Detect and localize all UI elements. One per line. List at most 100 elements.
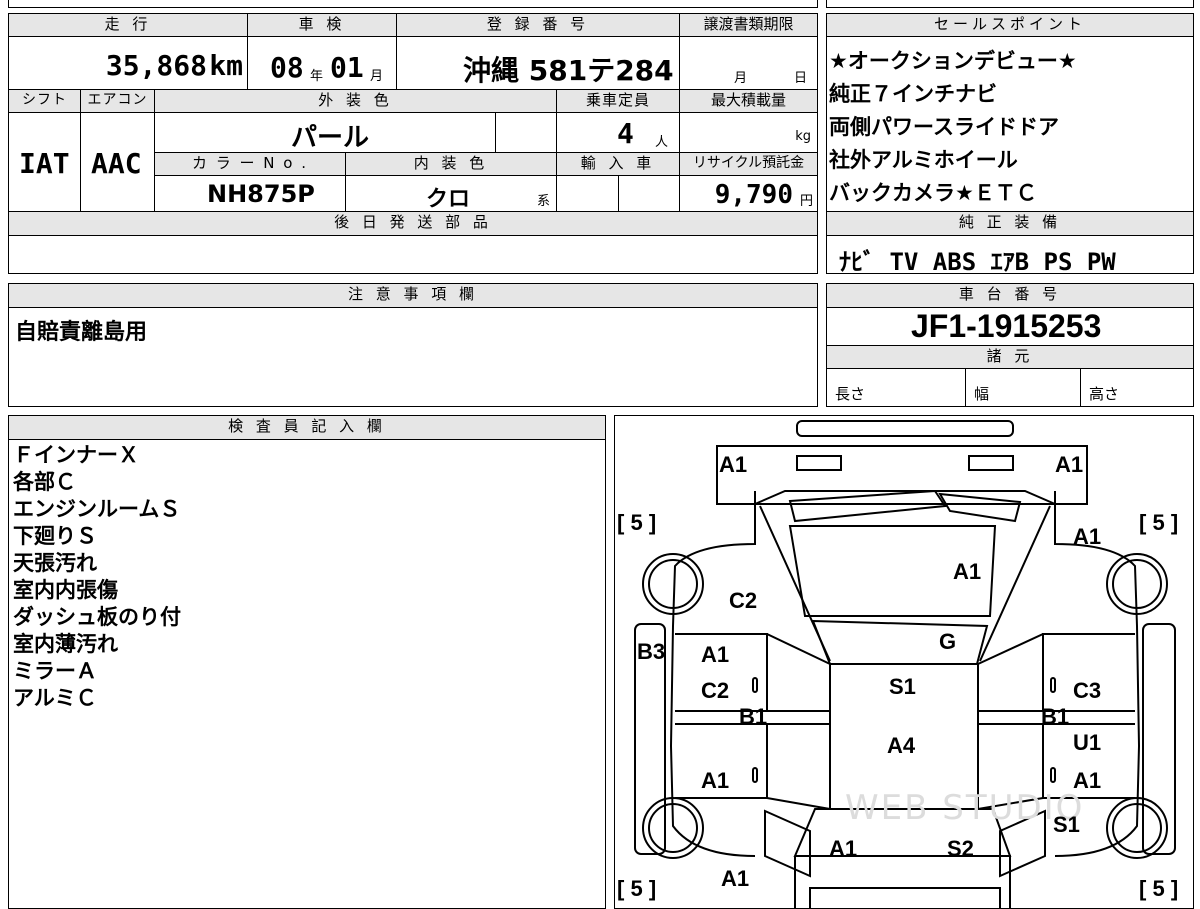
recycle-cell: 9,790 円 (679, 175, 818, 212)
top-right-strip (826, 0, 1194, 8)
length-label: 長さ (835, 385, 866, 403)
tire-rear-left-mark: [ 5 ] (617, 876, 657, 901)
inspector-line: 各部Ｃ (13, 470, 76, 494)
import-header: 輸 入 車 (556, 152, 680, 176)
mark-rear-right: S2 (947, 836, 974, 861)
inspector-line: ＦインナーＸ (13, 443, 139, 467)
ac-value: AAC (91, 147, 142, 180)
inspector-line: 下廻りＳ (13, 524, 97, 548)
sales-point-line: バックカメラ★ＥＴＣ (829, 181, 1037, 205)
inspection-year-unit: 年 (310, 69, 324, 84)
mark-right-pillar: B1 (1041, 704, 1070, 729)
sales-points-body: ★オークションデビュー★ 純正７インチナビ 両側パワースライドドア 社外アルミホ… (826, 36, 1194, 212)
recycle-value: 9,790 (714, 180, 793, 210)
watermark: WEB STUDIO (845, 788, 1085, 828)
inspector-line: ミラーＡ (13, 659, 97, 683)
inspection-month: 01 (330, 51, 364, 84)
interior-color-suffix: 系 (536, 194, 550, 209)
mark-roof-front: S1 (889, 674, 916, 699)
sales-point-line: 社外アルミホイール (829, 148, 1018, 172)
later-parts-header: 後 日 発 送 部 品 (8, 211, 818, 236)
mark-left-rear-door: A1 (701, 768, 730, 793)
import-cell-a (556, 175, 619, 212)
tire-front-right-mark: [ 5 ] (1139, 510, 1179, 535)
max-load-cell: kg (679, 112, 818, 153)
inspector-header: 検 査 員 記 入 欄 (8, 415, 606, 440)
registration-cell: 沖縄 581テ284 (396, 36, 680, 90)
inspector-line: 室内内張傷 (13, 578, 118, 602)
equipment-header: 純 正 装 備 (826, 211, 1194, 236)
color-no-cell: NH875P (154, 175, 346, 212)
mark-left-pillar: B1 (739, 704, 768, 729)
inspection-cell: 08 年 01 月 (247, 36, 397, 90)
mark-fender-left-front: C2 (729, 588, 758, 613)
capacity-unit: 人 (655, 135, 669, 150)
length-cell: 長さ (826, 368, 966, 407)
later-parts-cell (8, 235, 818, 274)
width-cell: 幅 (965, 368, 1081, 407)
mark-rear-left: A1 (829, 836, 858, 861)
mark-hood: A1 (953, 559, 982, 584)
mileage-value: 35,868 (105, 49, 207, 82)
mileage-header: 走 行 (8, 13, 248, 37)
mark-rear-bottom-left: A1 (721, 866, 750, 891)
tire-front-left-mark: [ 5 ] (617, 510, 657, 535)
ac-cell: AAC (80, 112, 155, 212)
height-label: 高さ (1089, 385, 1120, 403)
mark-right-rear-upper: U1 (1073, 730, 1102, 755)
equipment-cell: ﾅﾋﾞ TV ABS ｴｱB PS PW (826, 235, 1194, 274)
mark-front-right-top: A1 (1055, 452, 1084, 477)
car-diagram: WEB STUDIO [ 5 ] [ 5 ] [ 5 ] [ 5 ] A1 A1… (614, 415, 1194, 909)
sales-points-header: セールスポイント (826, 13, 1194, 37)
notes-header: 注 意 事 項 欄 (8, 283, 818, 308)
interior-color-header: 内 装 色 (345, 152, 557, 176)
mark-roof-rear: A4 (887, 733, 916, 758)
width-label: 幅 (974, 385, 990, 403)
mark-left-side: B3 (637, 639, 666, 664)
height-cell: 高さ (1080, 368, 1194, 407)
exterior-color-header: 外 装 色 (154, 89, 557, 113)
exterior-color-value: パール (291, 123, 370, 153)
mark-windshield: G (939, 629, 957, 654)
color-no-header: カ ラ ー N o . (154, 152, 346, 176)
sales-point-line: 両側パワースライドドア (829, 115, 1059, 139)
exterior-color-extra (495, 112, 557, 153)
inspection-month-unit: 月 (370, 69, 384, 84)
mark-right-rear-door: A1 (1073, 768, 1102, 793)
chassis-value: JF1-1915253 (911, 308, 1102, 344)
inspector-line: アルミＣ (13, 686, 97, 710)
inspector-line: 室内薄汚れ (13, 632, 118, 656)
capacity-value: 4 (617, 117, 634, 150)
shift-cell: IAT (8, 112, 81, 212)
shift-header: シフト (8, 89, 81, 113)
inspector-line: ダッシュ板のり付 (13, 605, 181, 629)
mileage-unit: km (209, 49, 243, 82)
mark-front-left-top: A1 (719, 452, 748, 477)
equipment-value: ﾅﾋﾞ TV ABS ｴｱB PS PW (839, 248, 1116, 274)
transfer-day: 日 (794, 71, 808, 86)
registration-value: 沖縄 581テ284 (463, 54, 674, 87)
interior-color-cell: クロ 系 (345, 175, 557, 212)
sales-point-line: 純正７インチナビ (829, 82, 997, 106)
max-load-unit: kg (795, 129, 811, 144)
notes-cell: 自賠責離島用 (8, 307, 818, 407)
chassis-cell: JF1-1915253 (826, 307, 1194, 346)
mileage-cell: 35,868 km (8, 36, 248, 90)
recycle-header: リサイクル預託金 (679, 152, 818, 176)
capacity-cell: 4 人 (556, 112, 680, 153)
ac-header: エアコン (80, 89, 155, 113)
exterior-color-cell: パール (154, 112, 496, 153)
inspector-line: エンジンルームＳ (13, 497, 181, 521)
transfer-header: 譲渡書類期限 (679, 13, 818, 37)
tire-rear-right-mark: [ 5 ] (1139, 876, 1179, 901)
recycle-unit: 円 (799, 194, 813, 209)
color-no-value: NH875P (207, 180, 315, 208)
mark-right-front-door: C3 (1073, 678, 1102, 703)
mark-right-quarter: S1 (1053, 812, 1080, 837)
mark-left-front-door: C2 (701, 678, 730, 703)
inspector-body: ＦインナーＸ 各部Ｃ エンジンルームＳ 下廻りＳ 天張汚れ 室内内張傷 ダッシュ… (8, 439, 606, 909)
mark-fender-right-front: A1 (1073, 524, 1102, 549)
transfer-cell: 月 日 (679, 36, 818, 90)
max-load-header: 最大積載量 (679, 89, 818, 113)
mark-left-front-door-top: A1 (701, 642, 730, 667)
